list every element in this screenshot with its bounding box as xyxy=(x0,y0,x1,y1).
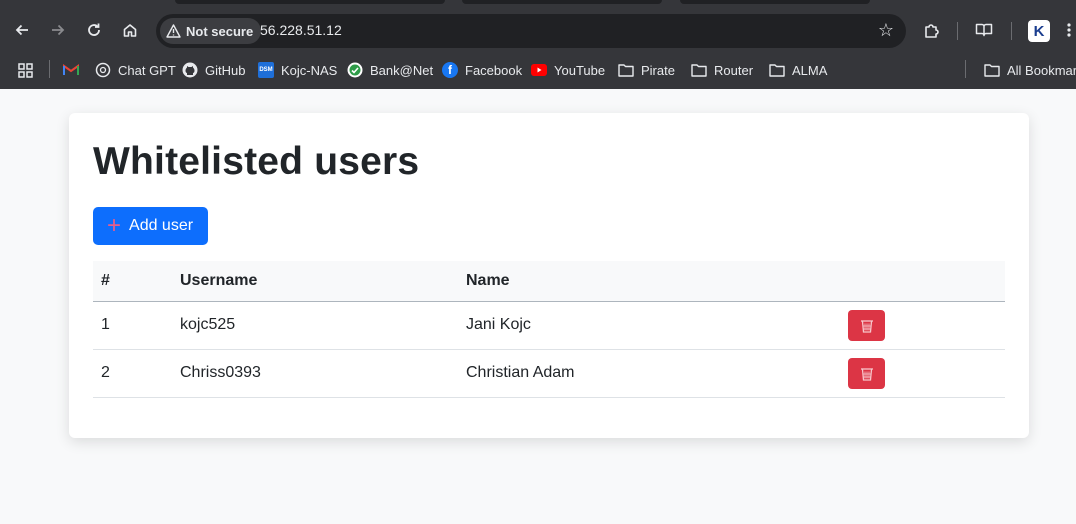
bank-icon xyxy=(347,62,363,78)
header-index: # xyxy=(101,271,110,289)
folder-icon xyxy=(618,62,634,78)
kebab-menu-icon xyxy=(1067,23,1071,37)
bookmark-youtube[interactable]: YouTube xyxy=(531,60,605,80)
puzzle-icon xyxy=(924,23,939,38)
bookmark-bank[interactable]: Bank@Net xyxy=(347,60,433,80)
toolbar: Not secure 56.228.51.12 ☆ K xyxy=(0,0,1076,52)
security-label: Not secure xyxy=(186,23,254,39)
plus-icon: + xyxy=(107,212,122,239)
home-icon xyxy=(123,24,137,37)
header-username: Username xyxy=(180,271,258,289)
bookmarks-bar: Chat GPT GitHub DSM Kojc-NAS Bank@Net f … xyxy=(0,52,1076,89)
bookmark-nas[interactable]: DSM Kojc-NAS xyxy=(258,60,337,80)
bookmark-label: Kojc-NAS xyxy=(281,62,338,78)
security-chip[interactable]: Not secure xyxy=(160,18,262,44)
dsm-icon: DSM xyxy=(258,62,274,78)
bookmark-label: YouTube xyxy=(554,62,606,78)
header-name: Name xyxy=(466,271,510,289)
bookmark-label: Router xyxy=(714,62,754,78)
users-table: # Username Name 1 kojc525 Jani Kojc 2 Ch… xyxy=(93,261,1005,398)
cell-index: 2 xyxy=(101,364,110,381)
cell-name: Jani Kojc xyxy=(466,316,531,333)
bookmark-label: Pirate xyxy=(641,62,675,78)
reload-icon xyxy=(88,23,100,36)
facebook-icon: f xyxy=(442,62,458,78)
bookmark-star-icon[interactable]: ☆ xyxy=(878,20,894,40)
add-user-label: Add user xyxy=(129,217,194,234)
back-arrow-icon xyxy=(15,24,28,36)
tab-hint[interactable] xyxy=(175,0,445,4)
forward-arrow-icon xyxy=(52,24,65,36)
url-text[interactable]: 56.228.51.12 xyxy=(260,22,342,38)
bookmarks-divider xyxy=(965,60,966,78)
page-title: Whitelisted users xyxy=(93,140,420,183)
cell-index: 1 xyxy=(101,316,110,333)
all-bookmarks-label: All Bookmarks xyxy=(1007,62,1076,78)
bookmark-github[interactable]: GitHub xyxy=(182,60,245,80)
bookmark-label: Bank@Net xyxy=(370,62,434,78)
github-icon xyxy=(182,62,198,78)
address-bar[interactable]: Not secure 56.228.51.12 ☆ xyxy=(156,14,906,48)
delete-user-button[interactable] xyxy=(848,357,885,389)
openai-icon xyxy=(95,62,111,78)
browser-chrome: Not secure 56.228.51.12 ☆ K Chat GPT Git… xyxy=(0,0,1076,89)
users-card: Whitelisted users + Add user # Username … xyxy=(69,113,1029,438)
profile-avatar[interactable]: K xyxy=(1028,20,1050,42)
book-icon xyxy=(975,23,993,37)
delete-user-button[interactable] xyxy=(848,309,885,341)
apps-button[interactable] xyxy=(18,60,33,80)
all-bookmarks-button[interactable]: All Bookmarks xyxy=(984,60,1076,80)
trash-icon xyxy=(860,367,873,381)
bookmark-label: Chat GPT xyxy=(118,62,176,78)
toolbar-divider xyxy=(1011,22,1012,40)
tab-hint[interactable] xyxy=(680,0,870,4)
bookmark-folder-router[interactable]: Router xyxy=(691,60,753,80)
folder-icon xyxy=(984,62,1000,78)
folder-icon xyxy=(769,62,785,78)
youtube-icon xyxy=(531,62,547,78)
menu-button[interactable] xyxy=(1062,17,1076,43)
bookmark-label: GitHub xyxy=(205,62,246,78)
home-button[interactable] xyxy=(117,17,143,43)
bookmark-chatgpt[interactable]: Chat GPT xyxy=(95,60,176,80)
cell-actions xyxy=(840,349,1005,397)
tab-hint[interactable] xyxy=(462,0,662,4)
toolbar-divider xyxy=(957,22,958,40)
bookmark-folder-alma[interactable]: ALMA xyxy=(769,60,827,80)
bookmarks-divider xyxy=(49,60,50,78)
cell-username: Chriss0393 xyxy=(180,364,261,381)
reading-mode-button[interactable] xyxy=(971,17,997,43)
back-button[interactable] xyxy=(9,17,35,43)
cell-actions xyxy=(840,301,1005,349)
table-header-row: # Username Name xyxy=(93,261,1005,301)
add-user-button[interactable]: + Add user xyxy=(93,207,208,245)
bookmark-label: ALMA xyxy=(792,62,828,78)
bookmark-label: Facebook xyxy=(465,62,523,78)
cell-username: kojc525 xyxy=(180,316,236,333)
warning-icon xyxy=(166,24,181,38)
apps-grid-icon xyxy=(18,62,33,78)
forward-button[interactable] xyxy=(45,17,71,43)
reload-button[interactable] xyxy=(81,17,107,43)
extensions-button[interactable] xyxy=(918,17,944,43)
bookmark-gmail[interactable] xyxy=(63,60,79,80)
trash-icon xyxy=(860,319,873,333)
bookmark-folder-pirate[interactable]: Pirate xyxy=(618,60,675,80)
cell-name: Christian Adam xyxy=(466,364,575,381)
table-row: 2 Chriss0393 Christian Adam xyxy=(93,349,1005,397)
header-actions xyxy=(840,261,1005,301)
table-row: 1 kojc525 Jani Kojc xyxy=(93,301,1005,349)
gmail-icon xyxy=(63,62,79,78)
folder-icon xyxy=(691,62,707,78)
bookmark-facebook[interactable]: f Facebook xyxy=(442,60,522,80)
